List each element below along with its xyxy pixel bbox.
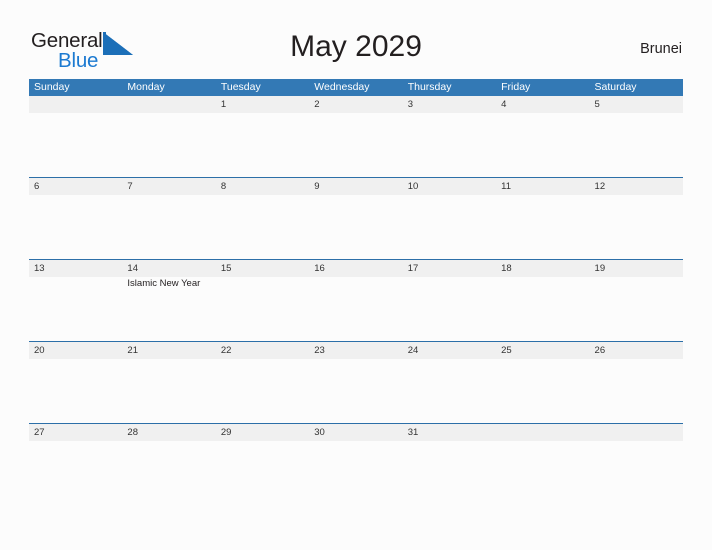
day-number-14[interactable]: 14 [122, 260, 215, 277]
day-cell-empty [216, 277, 309, 341]
day-number-3[interactable]: 3 [403, 96, 496, 113]
day-cell-empty [216, 441, 309, 505]
day-number-23[interactable]: 23 [309, 342, 402, 359]
day-cell-empty [216, 359, 309, 423]
day-cell-empty [29, 277, 122, 341]
calendar-week-row: 6 7 8 9 10 11 12 [29, 177, 683, 259]
weekday-header-thursday: Thursday [407, 81, 452, 93]
day-cell-empty [29, 113, 122, 177]
day-cell-empty [309, 113, 402, 177]
calendar-week-row: 13 14 15 16 17 18 19 Islamic New Year [29, 259, 683, 341]
week-date-band: 12345 [29, 96, 683, 113]
day-cell-empty [496, 359, 589, 423]
day-number-16[interactable]: 16 [309, 260, 402, 277]
page-header: General Blue May 2029 Brunei [0, 0, 712, 78]
day-cell-empty [216, 113, 309, 177]
day-cell-empty [309, 441, 402, 505]
day-number-10[interactable]: 10 [403, 178, 496, 195]
weekday-header-sunday: Sunday [34, 81, 70, 93]
day-number-4[interactable]: 4 [496, 96, 589, 113]
day-number-12[interactable]: 12 [590, 178, 683, 195]
day-cell-empty [309, 359, 402, 423]
day-cell-empty [590, 441, 683, 505]
day-cell-empty [122, 359, 215, 423]
day-number-empty [122, 96, 215, 113]
country-label: Brunei [640, 41, 682, 57]
weekday-header-saturday: Saturday [594, 81, 637, 93]
week-event-band: Islamic New Year [29, 277, 683, 341]
day-cell-empty [496, 195, 589, 259]
day-cell-empty [29, 441, 122, 505]
day-cell-empty [309, 277, 402, 341]
day-number-25[interactable]: 25 [496, 342, 589, 359]
day-number-empty [590, 424, 683, 441]
day-number-22[interactable]: 22 [216, 342, 309, 359]
day-number-6[interactable]: 6 [29, 178, 122, 195]
day-number-2[interactable]: 2 [309, 96, 402, 113]
weekday-header-monday: Monday [127, 81, 165, 93]
day-number-28[interactable]: 28 [122, 424, 215, 441]
week-date-band: 13 14 15 16 17 18 19 [29, 260, 683, 277]
calendar-week-row: 20 21 22 23 24 25 26 [29, 341, 683, 423]
day-number-20[interactable]: 20 [29, 342, 122, 359]
day-cell-empty [590, 195, 683, 259]
weekday-header-friday: Friday [501, 81, 531, 93]
day-number-27[interactable]: 27 [29, 424, 122, 441]
day-number-5[interactable]: 5 [590, 96, 683, 113]
day-cell-empty [122, 113, 215, 177]
day-cell-empty [496, 441, 589, 505]
day-number-26[interactable]: 26 [590, 342, 683, 359]
week-event-band [29, 441, 683, 505]
day-cell-empty [122, 441, 215, 505]
week-date-band: 27 28 29 30 31 [29, 424, 683, 441]
day-cell-empty [29, 359, 122, 423]
day-cell-empty [403, 359, 496, 423]
week-date-band: 6 7 8 9 10 11 12 [29, 178, 683, 195]
day-cell-empty [29, 195, 122, 259]
day-number-29[interactable]: 29 [216, 424, 309, 441]
day-number-21[interactable]: 21 [122, 342, 215, 359]
week-date-band: 20 21 22 23 24 25 26 [29, 342, 683, 359]
day-cell-empty [496, 113, 589, 177]
weekday-header-row: Sunday Monday Tuesday Wednesday Thursday Frid… [29, 79, 683, 96]
day-cell-empty [122, 195, 215, 259]
day-number-31[interactable]: 31 [403, 424, 496, 441]
day-number-7[interactable]: 7 [122, 178, 215, 195]
day-number-17[interactable]: 17 [403, 260, 496, 277]
day-number-18[interactable]: 18 [496, 260, 589, 277]
calendar-week-row: 12345 [29, 96, 683, 177]
day-cell-empty [403, 195, 496, 259]
week-event-band [29, 359, 683, 423]
day-cell-empty [496, 277, 589, 341]
calendar-weeks: 1 2 3 4 5 6 7 8 9 10 11 12 13 14 15 16 17 18 19 Islamic New… [29, 96, 683, 505]
calendar-grid: Sunday Monday Tuesday Wednesday Thursday Frid… [29, 79, 683, 505]
day-number-13[interactable]: 13 [29, 260, 122, 277]
day-number-11[interactable]: 11 [496, 178, 589, 195]
day-event-label[interactable]: Islamic New Year [122, 277, 215, 341]
day-number-8[interactable]: 8 [216, 178, 309, 195]
day-number-19[interactable]: 19 [590, 260, 683, 277]
day-cell-empty [590, 113, 683, 177]
day-cell-empty [403, 277, 496, 341]
page-title: May 2029 [290, 30, 422, 63]
day-cell-empty [403, 113, 496, 177]
weekday-header-tuesday: Tuesday [220, 81, 261, 93]
week-event-band [29, 195, 683, 259]
day-number-30[interactable]: 30 [309, 424, 402, 441]
day-cell-empty [216, 195, 309, 259]
week-event-band [29, 113, 683, 177]
day-number-empty [496, 424, 589, 441]
day-cell-empty [309, 195, 402, 259]
day-number-9[interactable]: 9 [309, 178, 402, 195]
calendar-week-row: 27 28 29 30 31 [29, 423, 683, 505]
weekday-header-wednesday: Wednesday [314, 81, 370, 93]
day-cell-empty [590, 359, 683, 423]
day-cell-empty [590, 277, 683, 341]
day-cell-empty [403, 441, 496, 505]
day-number-1[interactable]: 1 [216, 96, 309, 113]
day-number-empty [29, 96, 122, 113]
day-number-15[interactable]: 15 [216, 260, 309, 277]
day-number-24[interactable]: 24 [403, 342, 496, 359]
